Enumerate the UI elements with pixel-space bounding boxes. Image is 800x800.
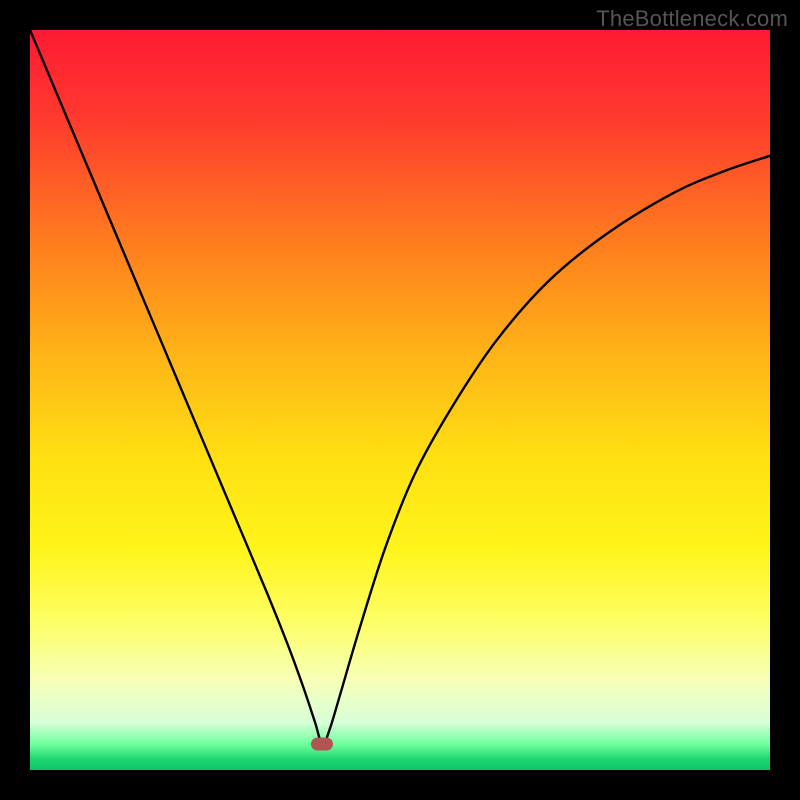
chart-svg xyxy=(30,30,770,770)
optimum-marker xyxy=(311,738,333,751)
watermark-text: TheBottleneck.com xyxy=(596,6,788,32)
gradient-background xyxy=(30,30,770,770)
chart-frame: TheBottleneck.com xyxy=(0,0,800,800)
plot-area xyxy=(30,30,770,770)
